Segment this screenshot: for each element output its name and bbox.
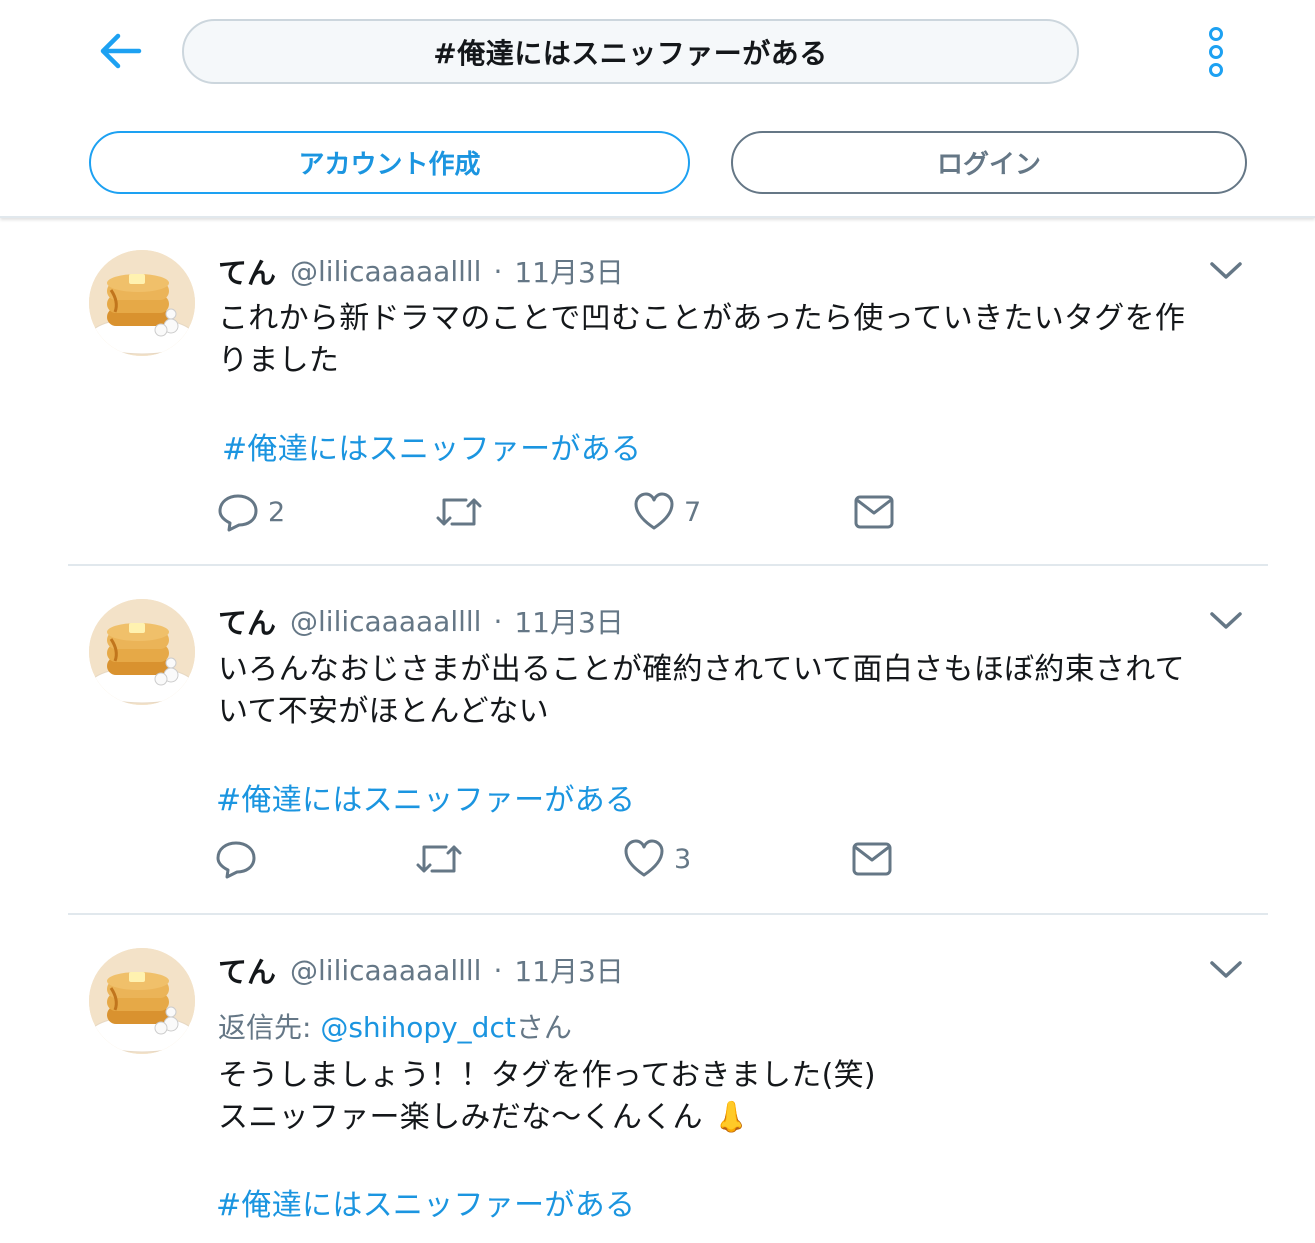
tweet-text: これから新ドラマのことで凹むことがあったら使っていきたいタグを作 りました (218, 301, 1186, 378)
envelope-icon (854, 495, 894, 529)
tweet-actions: 3 (214, 837, 914, 881)
retweet-button[interactable] (434, 490, 484, 534)
display-name[interactable]: てん (218, 949, 276, 991)
mention-link[interactable]: @shihopy_dct (320, 1011, 515, 1044)
like-button[interactable]: 3 (622, 837, 691, 881)
avatar[interactable] (89, 948, 195, 1054)
dm-button[interactable] (852, 490, 896, 534)
dm-button[interactable] (850, 837, 894, 881)
tweet-date[interactable]: 11月3日 (514, 950, 623, 990)
more-vertical-icon (1209, 27, 1223, 77)
heart-icon (624, 839, 664, 877)
tweet-divider (68, 564, 1268, 566)
tweet-text: そうしましょう！！タグを作っておきました(笑) スニッファー楽しみだな〜くんくん… (218, 1058, 876, 1135)
avatar[interactable] (89, 599, 195, 705)
hashtag-link[interactable]: #俺達にはスニッファーがある (222, 424, 641, 468)
more-button[interactable] (1196, 24, 1236, 80)
tweet-date[interactable]: 11月3日 (514, 251, 623, 291)
search-query: #俺達にはスニッファーがある (433, 36, 828, 70)
hashtag-link[interactable]: #俺達にはスニッファーがある (216, 1180, 635, 1224)
reply-suffix: さん (515, 1011, 572, 1044)
user-handle[interactable]: @lilicaaaaallll (290, 605, 481, 638)
retweet-button[interactable] (414, 837, 464, 881)
avatar[interactable] (89, 250, 195, 356)
reply-prefix: 返信先: (218, 1011, 321, 1044)
login-button[interactable]: ログイン (731, 131, 1247, 194)
reply-context: 返信先: @shihopy_dctさん (218, 1006, 572, 1046)
reply-icon (218, 494, 258, 532)
retweet-icon (436, 498, 482, 526)
like-button[interactable]: 7 (632, 490, 701, 534)
tweet-header: てん @lilicaaaaallll · 11月3日 (218, 601, 624, 641)
retweet-icon (416, 845, 462, 873)
hashtag-link[interactable]: #俺達にはスニッファーがある (216, 775, 635, 819)
chevron-down-icon[interactable] (1206, 255, 1246, 285)
separator-dot: · (493, 953, 503, 987)
separator-dot: · (493, 254, 503, 288)
signup-button[interactable]: アカウント作成 (89, 131, 690, 194)
tweet-actions: 2 7 (216, 490, 916, 534)
display-name[interactable]: てん (218, 600, 276, 642)
chevron-down-icon[interactable] (1206, 954, 1246, 984)
reply-button[interactable]: 2 (216, 490, 285, 534)
like-count: 3 (674, 843, 692, 875)
reply-button[interactable] (214, 837, 258, 881)
tweet-header: てん @lilicaaaaallll · 11月3日 (218, 950, 624, 990)
user-handle[interactable]: @lilicaaaaallll (290, 255, 481, 288)
tweet-header: てん @lilicaaaaallll · 11月3日 (218, 251, 624, 291)
like-count: 7 (684, 496, 702, 528)
separator-dot: · (493, 604, 503, 638)
reply-count: 2 (268, 496, 286, 528)
top-bar: #俺達にはスニッファーがある アカウント作成 ログイン (0, 0, 1315, 218)
arrow-left-icon (100, 33, 142, 69)
back-button[interactable] (96, 28, 146, 74)
tweet-text: いろんなおじさまが出ることが確約されていて面白さもほぼ約束されて いて不安がほと… (218, 652, 1185, 729)
envelope-icon (852, 842, 892, 876)
tweet-date[interactable]: 11月3日 (514, 601, 623, 641)
chevron-down-icon[interactable] (1206, 605, 1246, 635)
search-box[interactable]: #俺達にはスニッファーがある (182, 19, 1079, 84)
display-name[interactable]: てん (218, 250, 276, 292)
tweet-divider (68, 913, 1268, 915)
heart-icon (634, 492, 674, 530)
user-handle[interactable]: @lilicaaaaallll (290, 954, 481, 987)
reply-icon (216, 841, 256, 879)
